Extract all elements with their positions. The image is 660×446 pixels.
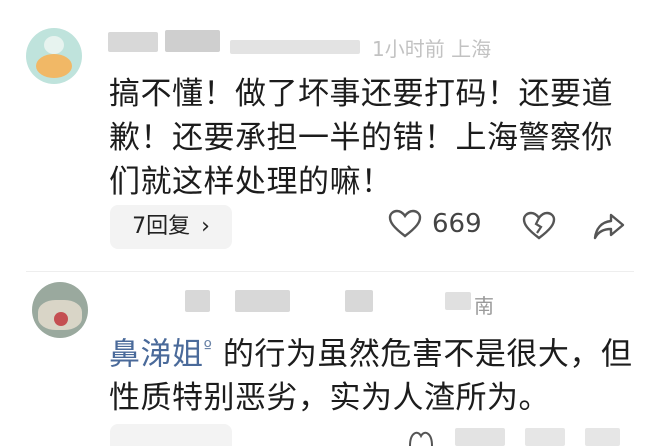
comment-text: 鼻涕姐º 的行为虽然危害不是很大，但性质特别恶劣，实为人渣所为。 bbox=[109, 326, 644, 420]
broken-heart-icon bbox=[522, 211, 556, 240]
avatar-decoration bbox=[44, 36, 64, 54]
comment-text: 搞不懂！做了坏事还要打码！还要道歉！还要承担一半的错！上海警察你们就这样处理的嘛… bbox=[109, 76, 613, 200]
heart-icon bbox=[388, 209, 422, 238]
like-count: 669 bbox=[432, 209, 482, 239]
mention-link[interactable]: 鼻涕姐 bbox=[109, 336, 204, 372]
reply-count-label: 7回复 bbox=[132, 214, 191, 239]
like-button[interactable]: 669 bbox=[388, 209, 482, 239]
avatar[interactable] bbox=[26, 28, 82, 84]
like-button[interactable] bbox=[408, 428, 434, 446]
divider bbox=[26, 271, 634, 272]
blurred-username bbox=[235, 290, 290, 312]
blurred-location bbox=[445, 292, 471, 310]
mention-marker: º bbox=[203, 337, 213, 358]
comment-meta: 1小时前 上海 bbox=[372, 37, 492, 61]
dislike-button[interactable] bbox=[522, 211, 556, 241]
avatar-decoration bbox=[36, 54, 72, 78]
avatar-decoration bbox=[54, 312, 68, 326]
blurred-like-count bbox=[455, 428, 505, 446]
blurred-username bbox=[165, 30, 220, 52]
blurred-user-id bbox=[230, 40, 360, 54]
comment-meta: 南 bbox=[474, 294, 494, 318]
blurred-username[interactable] bbox=[185, 290, 210, 312]
share-icon bbox=[593, 213, 625, 240]
share-button[interactable] bbox=[593, 211, 625, 241]
blurred-username[interactable] bbox=[108, 32, 158, 52]
blurred-action bbox=[525, 428, 565, 446]
view-replies-button[interactable]: 7回复 › bbox=[110, 205, 232, 249]
blurred-action bbox=[585, 428, 620, 446]
avatar[interactable] bbox=[32, 282, 88, 338]
blurred-username bbox=[345, 290, 373, 312]
reply-pill-partial[interactable] bbox=[110, 424, 232, 446]
heart-icon bbox=[409, 431, 433, 446]
chevron-right-icon: › bbox=[201, 214, 210, 239]
